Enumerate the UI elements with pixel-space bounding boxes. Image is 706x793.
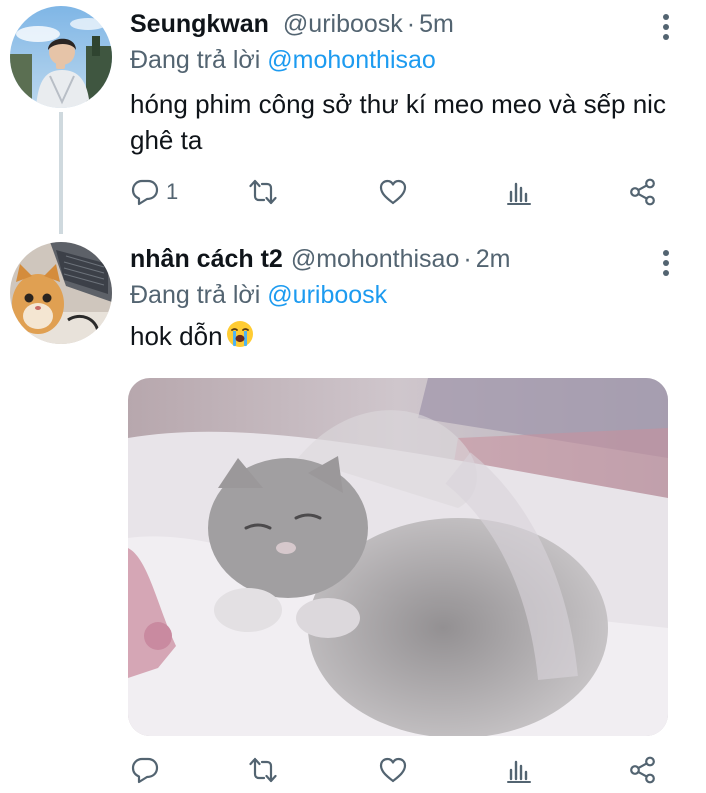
separator-dot: · [463, 245, 472, 273]
replying-to-label: Đang trả lời [130, 281, 261, 309]
tweet-text: hok dỗn [130, 318, 670, 358]
avatar-photo-cat [10, 242, 112, 344]
heart-icon [379, 179, 407, 205]
replying-to-label: Đang trả lời [130, 46, 261, 74]
retweet-button[interactable] [248, 750, 278, 790]
share-button[interactable] [628, 172, 658, 212]
analytics-icon [507, 182, 531, 205]
display-name[interactable]: nhân cách t2 [130, 245, 283, 274]
thread-connector-line [59, 112, 63, 234]
like-button[interactable] [378, 172, 408, 212]
more-options-icon[interactable] [656, 12, 676, 42]
share-icon [630, 756, 655, 784]
tweet-header: Seungkwan @uriboosk · 5m [130, 10, 454, 39]
username[interactable]: @mohonthisao [291, 245, 460, 274]
display-name[interactable]: Seungkwan [130, 10, 269, 39]
avatar[interactable] [10, 242, 112, 344]
reply-icon [131, 179, 159, 206]
heart-icon [379, 757, 407, 783]
retweet-icon [249, 757, 277, 783]
analytics-icon [507, 760, 531, 783]
reply-button[interactable] [130, 750, 166, 790]
replying-to-line: Đang trả lời @uriboosk [130, 281, 387, 310]
more-options-icon[interactable] [656, 248, 676, 278]
action-bar: 1 [130, 172, 670, 212]
username[interactable]: @uriboosk [283, 10, 403, 39]
tweet[interactable]: Seungkwan @uriboosk · 5m Đang trả lời @m… [0, 0, 706, 234]
share-button[interactable] [628, 750, 658, 790]
reply-button[interactable]: 1 [130, 172, 178, 212]
analytics-button[interactable] [504, 172, 534, 212]
avatar-photo-person [10, 6, 112, 108]
timestamp[interactable]: 5m [419, 10, 454, 39]
like-button[interactable] [378, 750, 408, 790]
tweet-header: nhân cách t2 @mohonthisao · 2m [130, 245, 510, 274]
media-image [128, 378, 668, 736]
reply-icon [131, 757, 159, 784]
reply-count: 1 [166, 179, 179, 204]
analytics-button[interactable] [504, 750, 534, 790]
separator-dot: · [406, 10, 416, 38]
retweet-icon [249, 179, 277, 205]
sleeping-kitten-gif[interactable] [128, 378, 668, 736]
share-icon [630, 178, 655, 206]
avatar[interactable] [10, 6, 112, 108]
mention-link[interactable]: @mohonthisao [267, 46, 436, 74]
timestamp[interactable]: 2m [476, 245, 511, 274]
tweet[interactable]: nhân cách t2 @mohonthisao · 2m Đang trả … [0, 226, 706, 793]
replying-to-line: Đang trả lời @mohonthisao [130, 46, 436, 75]
action-bar [130, 750, 670, 790]
mention-link[interactable]: @uriboosk [267, 281, 387, 309]
tweet-text: hóng phim công sở thư kí meo meo và sếp … [130, 89, 666, 155]
retweet-button[interactable] [248, 172, 278, 212]
crying-face-emoji [225, 319, 255, 358]
tweet-text-content: hok dỗn [130, 321, 223, 351]
